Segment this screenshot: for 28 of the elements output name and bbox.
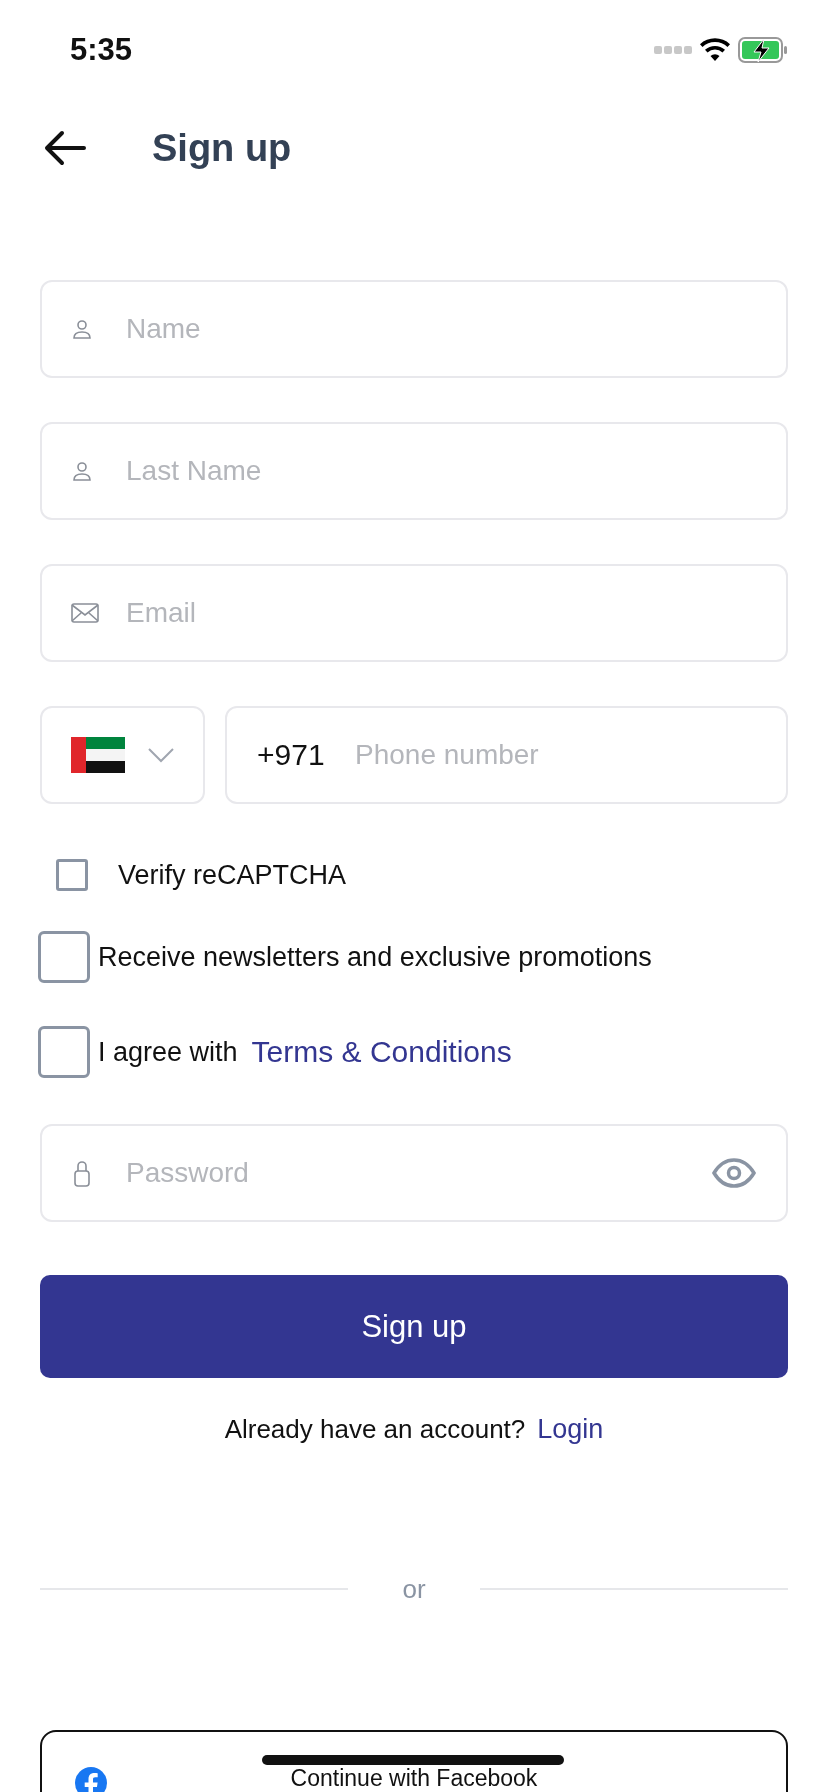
divider-label: or (401, 1573, 427, 1605)
checkbox[interactable] (38, 931, 90, 983)
sign-up-button[interactable]: Sign up (40, 1275, 788, 1378)
eye-icon[interactable] (712, 1158, 756, 1188)
social-login-button[interactable]: Continue with Facebook (40, 1730, 788, 1792)
page-title: Sign up (152, 126, 292, 170)
status-time: 5:35 (70, 32, 133, 68)
back-arrow-icon[interactable] (44, 130, 86, 166)
input-field[interactable]: Name (40, 280, 788, 378)
chevron-down-icon (146, 747, 175, 763)
signal-icon (654, 45, 692, 55)
battery-icon (738, 37, 788, 63)
facebook-icon (74, 1766, 108, 1792)
checkbox-label: Verify reCAPTCHA (118, 859, 347, 891)
login-prompt: Already have an account? (224, 1413, 526, 1445)
country-picker[interactable] (40, 706, 205, 804)
wifi-icon (700, 38, 730, 62)
input-field[interactable]: Last Name (40, 422, 788, 520)
checkbox-label: Receive newsletters and exclusive promotions (98, 941, 652, 973)
checkbox[interactable] (56, 859, 88, 891)
password-field[interactable]: Password (40, 1124, 788, 1222)
flag-icon (70, 735, 125, 775)
terms-link[interactable]: Terms & Conditions (251, 1035, 512, 1069)
login-link[interactable]: Login (537, 1413, 604, 1445)
checkbox[interactable] (38, 1026, 90, 1078)
country-code: +971 (257, 738, 325, 772)
checkbox-label: I agree with (98, 1036, 238, 1068)
input-field[interactable]: Email (40, 564, 788, 662)
